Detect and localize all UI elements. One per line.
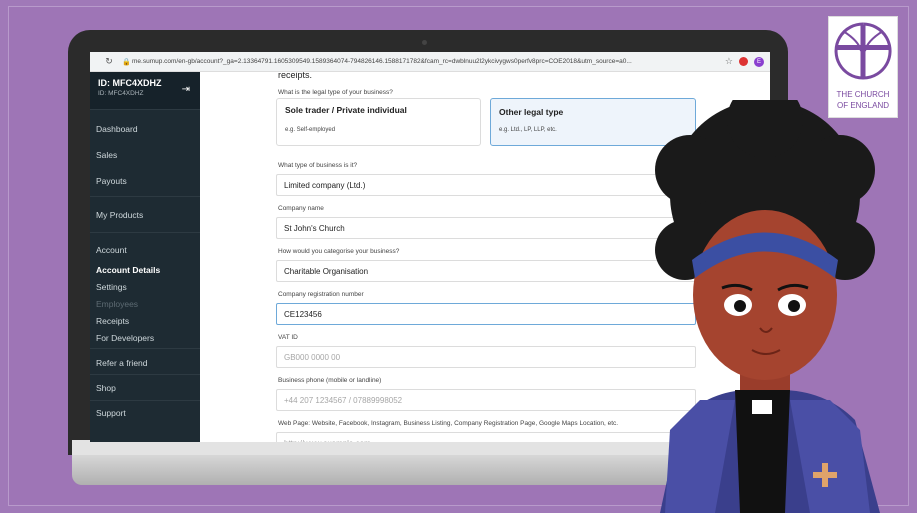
lock-icon: 🔒 <box>122 58 131 66</box>
sidebar-divider <box>90 348 200 349</box>
receipts-text: receipts. <box>278 72 313 80</box>
sidebar: ID: MFC4XDHZ ID: MFC4XDHZ ⇥ Dashboard Sa… <box>90 72 200 442</box>
business-type-select[interactable]: Limited company (Ltd.) <box>276 174 696 196</box>
camera-dot <box>422 40 427 45</box>
vicar-character-illustration <box>655 100 880 513</box>
web-label: Web Page: Website, Facebook, Instagram, … <box>278 420 619 427</box>
sidebar-item-employees[interactable]: Employees <box>90 299 138 309</box>
logo-cross-icon <box>834 22 892 80</box>
category-select[interactable]: Charitable Organisation <box>276 260 696 282</box>
option-sole-trader-sub: e.g. Self-employed <box>285 127 336 133</box>
company-name-label: Company name <box>278 205 324 212</box>
sidebar-item-settings[interactable]: Settings <box>90 282 127 292</box>
phone-input[interactable]: +44 207 1234567 / 07889998052 <box>276 389 696 411</box>
sidebar-item-support[interactable]: Support <box>90 408 126 418</box>
sidebar-item-sales[interactable]: Sales <box>90 150 117 160</box>
sidebar-divider <box>90 400 200 401</box>
vat-label: VAT ID <box>278 334 298 341</box>
business-type-label: What type of business is it? <box>278 162 358 169</box>
url-text[interactable]: me.sumup.com/en-gb/account?_ga=2.1336479… <box>132 58 725 65</box>
address-bar[interactable]: ↻ 🔒 me.sumup.com/en-gb/account?_ga=2.133… <box>90 52 770 72</box>
company-name-input[interactable]: St John's Church <box>276 217 696 239</box>
sidebar-item-account-details[interactable]: Account Details <box>90 265 160 275</box>
sidebar-item-receipts[interactable]: Receipts <box>90 316 129 326</box>
option-sole-trader-title: Sole trader / Private individual <box>285 105 407 115</box>
sidebar-item-my-products[interactable]: My Products <box>90 210 143 220</box>
logout-icon[interactable]: ⇥ <box>182 84 190 95</box>
reg-number-label: Company registration number <box>278 291 364 298</box>
legal-type-label: What is the legal type of your business? <box>278 89 393 96</box>
sidebar-item-dashboard[interactable]: Dashboard <box>90 124 138 134</box>
reg-number-input[interactable]: CE123456 <box>276 303 696 325</box>
web-input[interactable]: http://www.example.com <box>276 432 696 442</box>
vat-input[interactable]: GB000 0000 00 <box>276 346 696 368</box>
option-sole-trader[interactable]: Sole trader / Private individual e.g. Se… <box>276 98 481 146</box>
logo-line-1: THE CHURCH <box>836 90 890 99</box>
sidebar-item-refer-a-friend[interactable]: Refer a friend <box>90 358 148 368</box>
sidebar-item-payouts[interactable]: Payouts <box>90 176 127 186</box>
star-icon[interactable]: ☆ <box>725 56 733 67</box>
reload-icon[interactable]: ↻ <box>100 56 118 67</box>
sidebar-item-account[interactable]: Account <box>90 245 127 255</box>
sidebar-item-shop[interactable]: Shop <box>90 383 116 393</box>
account-id-block: ID: MFC4XDHZ ID: MFC4XDHZ ⇥ <box>90 72 200 110</box>
sidebar-divider <box>90 232 200 233</box>
sidebar-divider <box>90 196 200 197</box>
category-label: How would you categorise your business? <box>278 248 400 255</box>
sidebar-divider <box>90 374 200 375</box>
phone-label: Business phone (mobile or landline) <box>278 377 382 384</box>
extension-icon[interactable] <box>739 57 748 66</box>
sidebar-item-for-developers[interactable]: For Developers <box>90 333 154 343</box>
profile-avatar[interactable]: E <box>754 56 764 67</box>
